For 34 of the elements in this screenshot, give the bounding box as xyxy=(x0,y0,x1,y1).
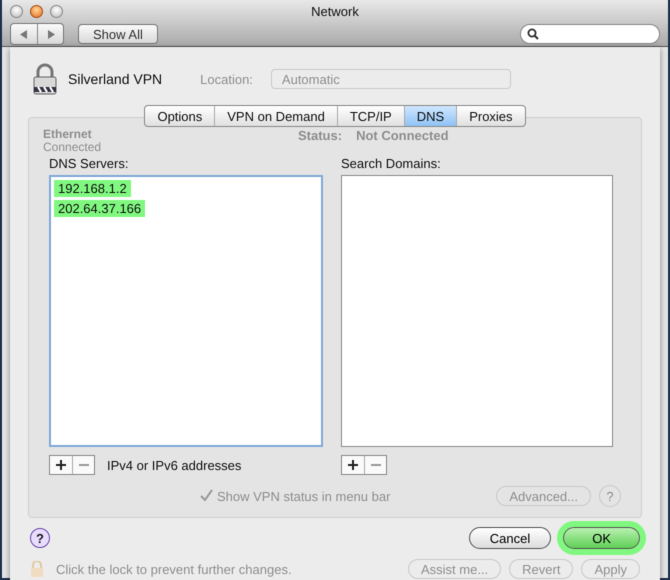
plus-icon xyxy=(56,460,66,470)
dns-server-list[interactable]: 192.168.1.2 202.64.37.166 xyxy=(49,175,323,447)
status-value: Not Connected xyxy=(356,128,449,143)
window-title: Network xyxy=(311,4,359,18)
tab[interactable]: Proxies xyxy=(456,106,525,126)
help-button[interactable]: ? xyxy=(30,528,50,548)
padlock-icon xyxy=(32,63,58,95)
search-domains-label: Search Domains: xyxy=(341,156,442,171)
window-button[interactable] xyxy=(10,4,23,18)
dns-servers-label: DNS Servers: xyxy=(49,156,130,171)
dns-server-entry[interactable]: 202.64.37.166 xyxy=(54,200,146,217)
left-triangle-icon xyxy=(20,30,28,38)
plus-icon xyxy=(348,460,358,470)
address-hint: IPv4 or IPv6 addresses xyxy=(107,458,242,472)
padlock-icon xyxy=(30,561,44,577)
show-status-label: Show VPN status in menu bar xyxy=(217,488,390,504)
show-all-button[interactable]: Show All xyxy=(78,24,158,44)
search-field[interactable] xyxy=(520,24,660,44)
right-triangle-icon xyxy=(46,30,54,38)
tab[interactable]: VPN on Demand xyxy=(214,106,337,126)
service-name: Silverland VPN xyxy=(68,71,162,87)
window-button[interactable] xyxy=(50,4,63,18)
service-list-name: Ethernet xyxy=(43,128,93,141)
close-button[interactable] xyxy=(30,4,43,18)
status-label: Status: xyxy=(298,128,342,143)
tab[interactable]: Options xyxy=(145,106,214,126)
lock-message: Click the lock to prevent further changes. xyxy=(56,562,292,576)
checkmark-icon[interactable] xyxy=(199,489,213,503)
search-icon xyxy=(527,28,539,40)
tab[interactable]: DNS xyxy=(404,106,456,126)
dns-server-entry[interactable]: 192.168.1.2 xyxy=(54,180,131,197)
location-label: Location: xyxy=(200,72,253,86)
service-list-status: Connected xyxy=(43,141,102,154)
cancel-button[interactable]: Cancel xyxy=(468,527,552,549)
